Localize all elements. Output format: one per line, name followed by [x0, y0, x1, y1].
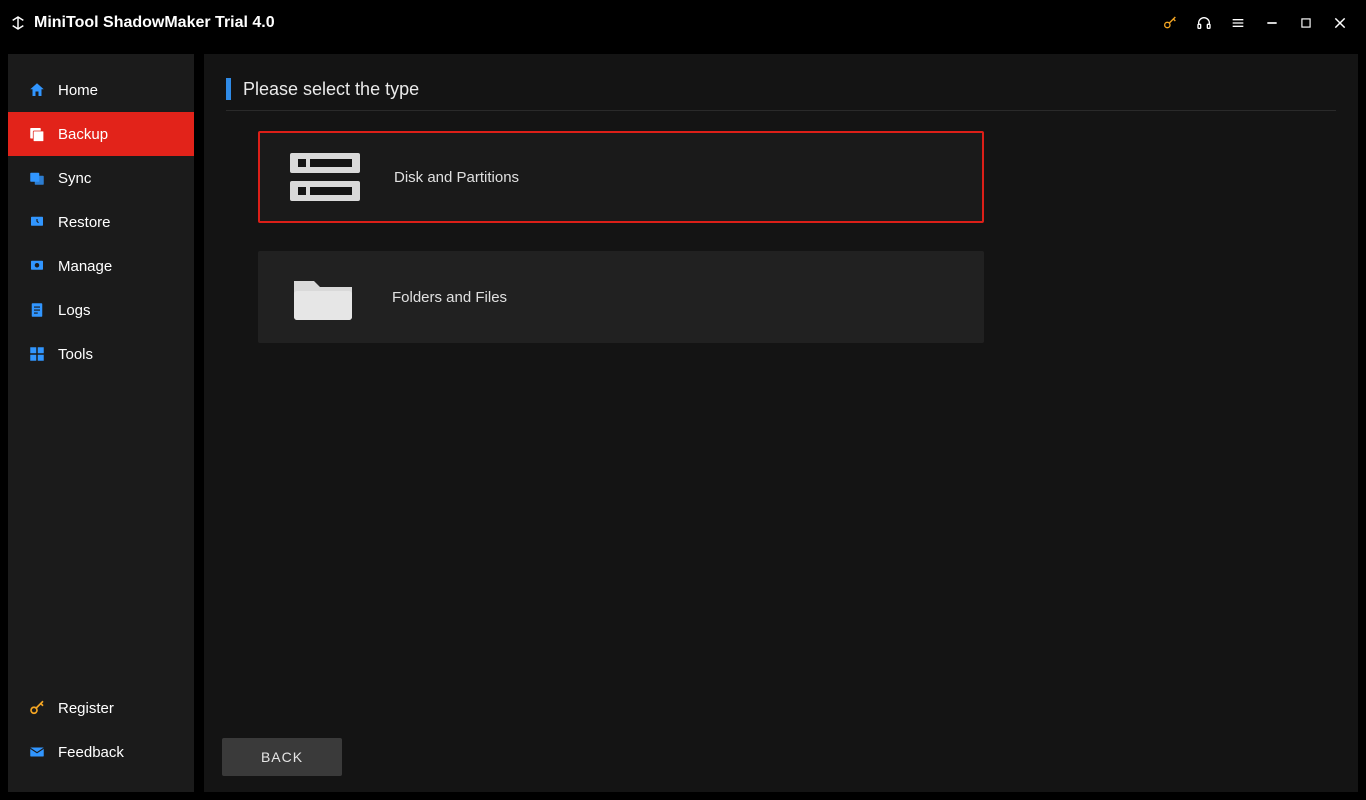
- sidebar-item-logs[interactable]: Logs: [8, 288, 194, 332]
- tools-icon: [28, 345, 46, 363]
- register-key-icon: [28, 699, 46, 717]
- sidebar-item-label: Tools: [58, 346, 93, 363]
- sidebar-item-restore[interactable]: Restore: [8, 200, 194, 244]
- page-header: Please select the type: [226, 78, 1336, 111]
- sidebar: Home Backup Sync Restore: [8, 54, 194, 792]
- sidebar-item-register[interactable]: Register: [8, 686, 194, 730]
- page-title: Please select the type: [243, 79, 419, 100]
- sidebar-item-label: Restore: [58, 214, 111, 231]
- sidebar-item-feedback[interactable]: Feedback: [8, 730, 194, 774]
- sidebar-item-label: Register: [58, 700, 114, 717]
- sidebar-item-sync[interactable]: Sync: [8, 156, 194, 200]
- app-body: Home Backup Sync Restore: [0, 46, 1366, 800]
- sidebar-nav: Home Backup Sync Restore: [8, 68, 194, 686]
- sidebar-bottom: Register Feedback: [8, 686, 194, 792]
- minimize-icon[interactable]: [1264, 15, 1280, 31]
- sidebar-item-label: Logs: [58, 302, 91, 319]
- menu-icon[interactable]: [1230, 15, 1246, 31]
- app-title: MiniTool ShadowMaker Trial 4.0: [34, 14, 275, 32]
- sync-icon: [28, 169, 46, 187]
- key-icon[interactable]: [1162, 15, 1178, 31]
- sidebar-item-label: Sync: [58, 170, 91, 187]
- sidebar-item-label: Backup: [58, 126, 108, 143]
- titlebar-right: [1162, 15, 1356, 31]
- sidebar-item-label: Feedback: [58, 744, 124, 761]
- logs-icon: [28, 301, 46, 319]
- option-label: Disk and Partitions: [394, 169, 519, 186]
- sidebar-item-label: Manage: [58, 258, 112, 275]
- close-icon[interactable]: [1332, 15, 1348, 31]
- sidebar-item-label: Home: [58, 82, 98, 99]
- type-options: Disk and Partitions Folders and Files: [226, 111, 1336, 343]
- folder-icon: [288, 269, 358, 325]
- option-label: Folders and Files: [392, 289, 507, 306]
- restore-icon: [28, 213, 46, 231]
- header-accent-bar: [226, 78, 231, 100]
- maximize-icon[interactable]: [1298, 15, 1314, 31]
- titlebar: MiniTool ShadowMaker Trial 4.0: [0, 0, 1366, 46]
- backup-icon: [28, 125, 46, 143]
- manage-icon: [28, 257, 46, 275]
- content-area: Please select the type Disk and Partitio…: [204, 54, 1358, 792]
- option-disk-partitions[interactable]: Disk and Partitions: [258, 131, 984, 223]
- app-logo-icon: [10, 15, 26, 31]
- sidebar-item-tools[interactable]: Tools: [8, 332, 194, 376]
- sidebar-item-home[interactable]: Home: [8, 68, 194, 112]
- home-icon: [28, 81, 46, 99]
- disk-partitions-icon: [290, 149, 360, 205]
- back-button[interactable]: BACK: [222, 738, 342, 776]
- option-folders-files[interactable]: Folders and Files: [258, 251, 984, 343]
- sidebar-item-backup[interactable]: Backup: [8, 112, 194, 156]
- sidebar-item-manage[interactable]: Manage: [8, 244, 194, 288]
- headset-icon[interactable]: [1196, 15, 1212, 31]
- titlebar-left: MiniTool ShadowMaker Trial 4.0: [10, 14, 275, 32]
- mail-icon: [28, 743, 46, 761]
- footer-actions: BACK: [222, 738, 342, 776]
